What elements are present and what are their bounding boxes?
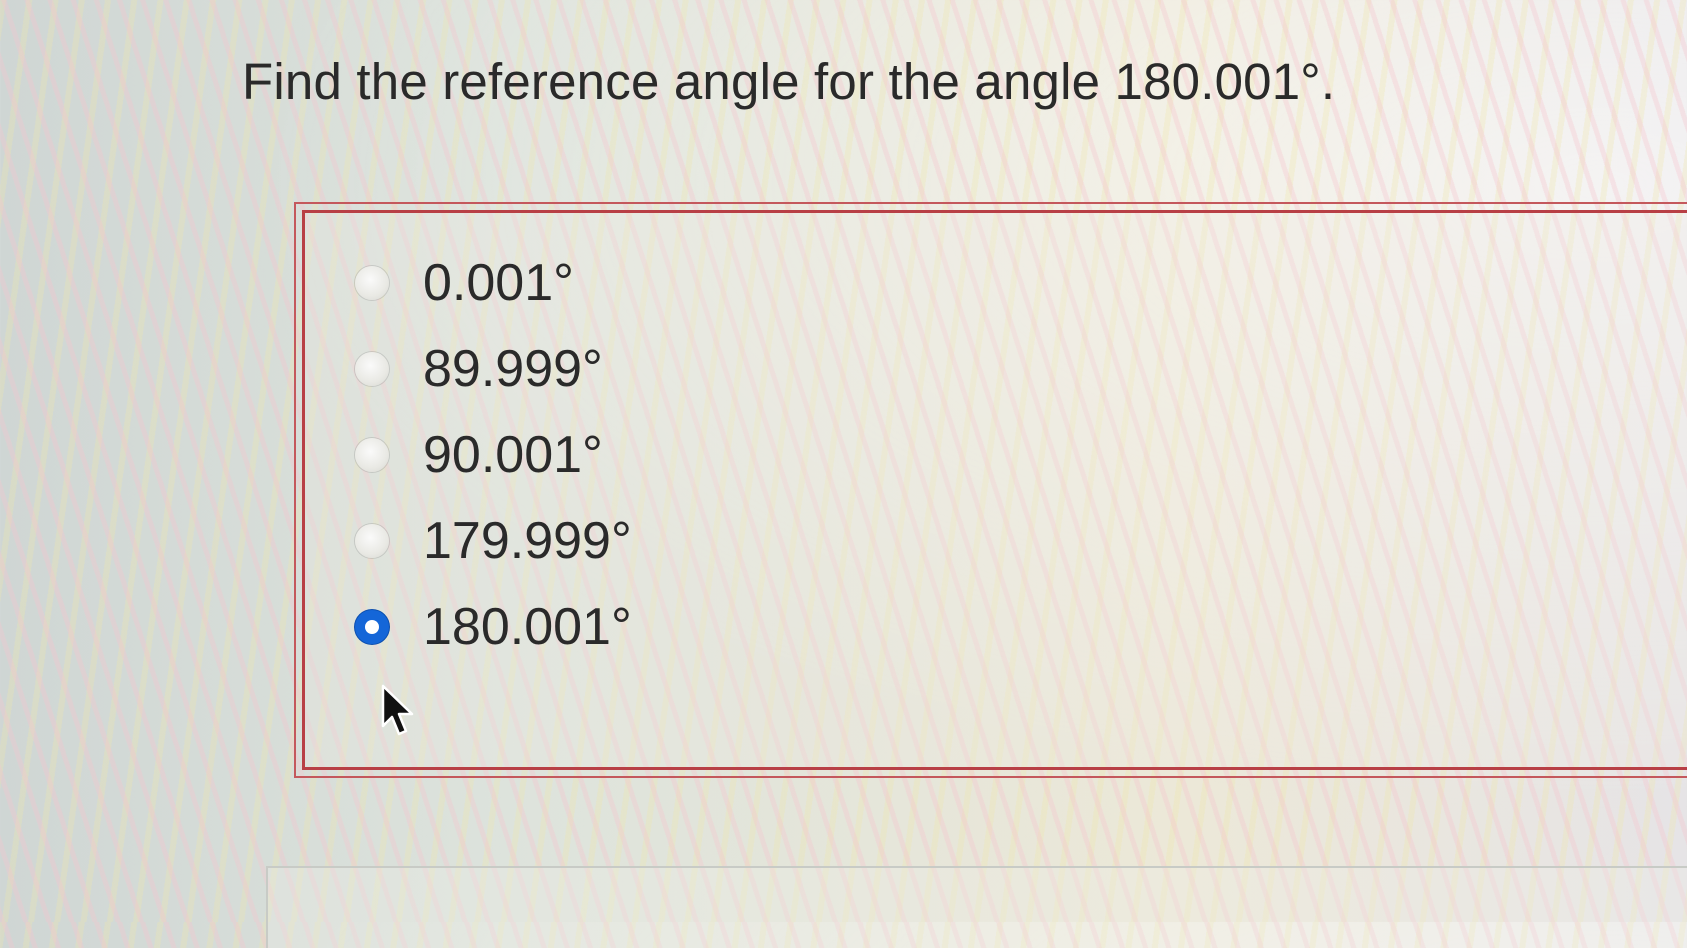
radio-button-4-selected[interactable]: [355, 610, 389, 644]
radio-button-0[interactable]: [355, 266, 389, 300]
radio-button-1[interactable]: [355, 352, 389, 386]
option-label-4: 180.001°: [423, 598, 632, 656]
option-1[interactable]: 89.999°: [355, 329, 603, 409]
mouse-pointer-icon: [381, 684, 414, 736]
option-2[interactable]: 90.001°: [355, 415, 603, 495]
option-3[interactable]: 179.999°: [355, 501, 632, 581]
option-0[interactable]: 0.001°: [355, 243, 574, 323]
next-question-card: [266, 866, 1687, 948]
option-label-3: 179.999°: [423, 512, 632, 570]
question-text: Find the reference angle for the angle 1…: [242, 53, 1336, 110]
radio-button-3[interactable]: [355, 524, 389, 558]
option-4[interactable]: 180.001°: [355, 587, 632, 667]
option-label-1: 89.999°: [423, 340, 603, 398]
answer-choices-box: 0.001° 89.999° 90.001° 179.999° 180.001°: [294, 202, 1687, 778]
option-label-2: 90.001°: [423, 426, 603, 484]
radio-button-2[interactable]: [355, 438, 389, 472]
option-label-0: 0.001°: [423, 254, 574, 312]
